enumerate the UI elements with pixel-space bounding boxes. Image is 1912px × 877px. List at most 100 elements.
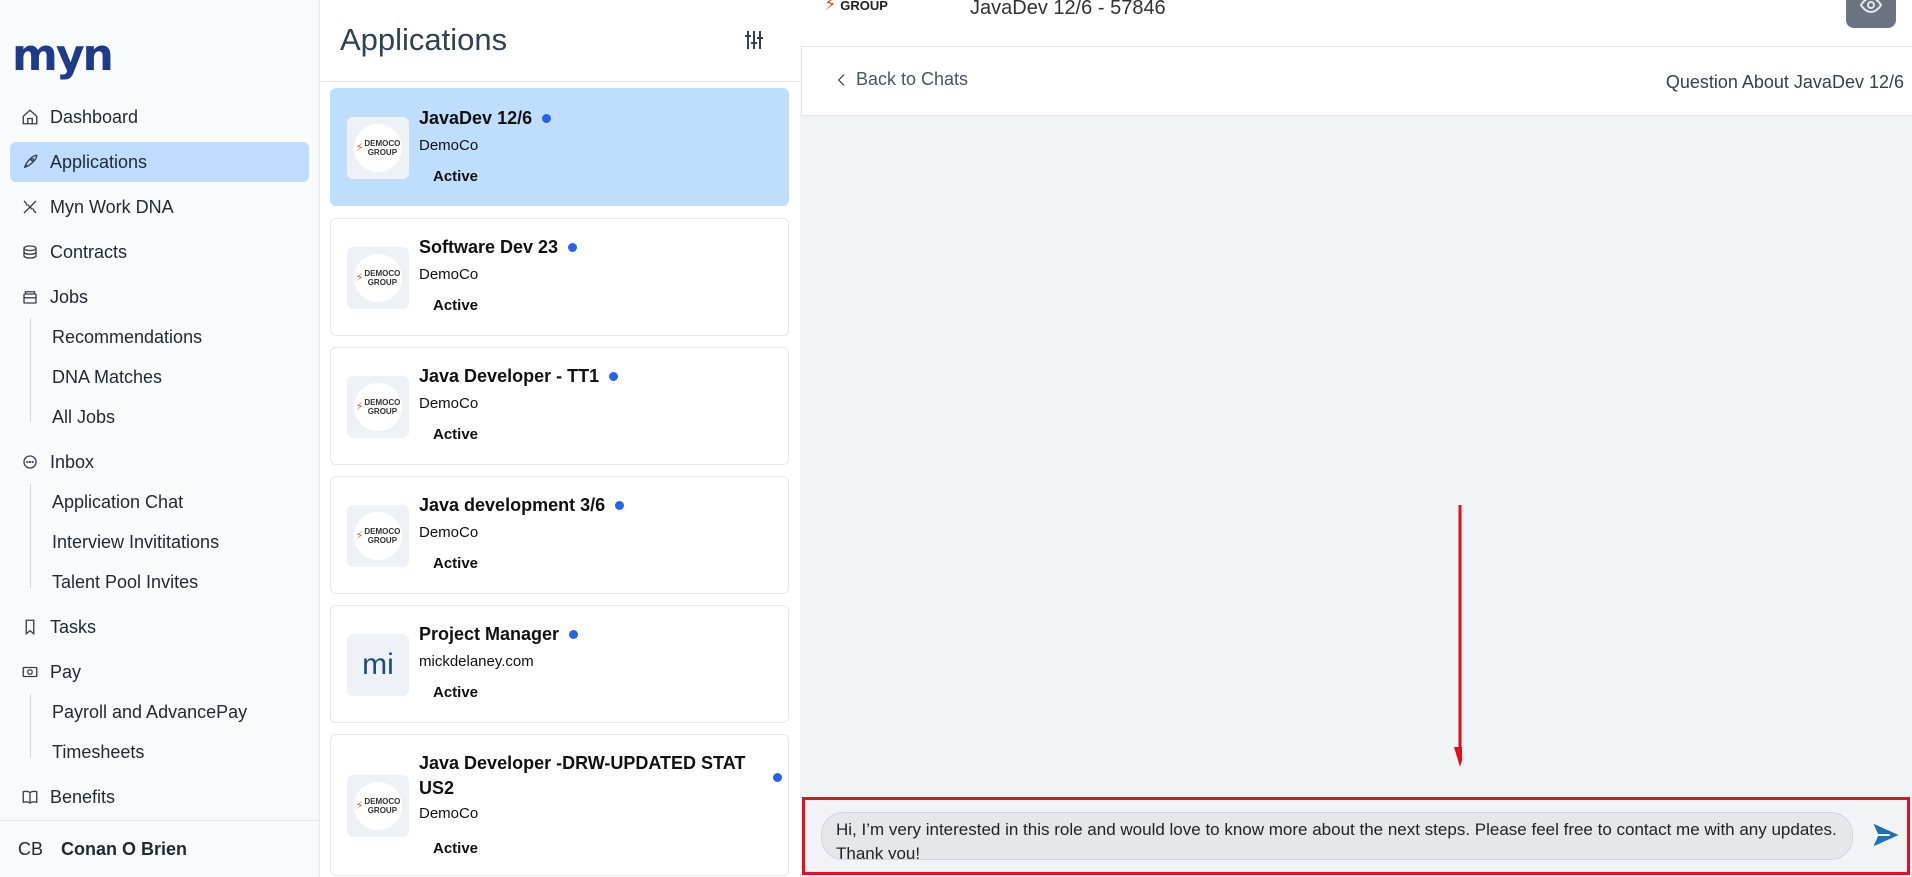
status-badge: Active <box>419 421 493 447</box>
nav-inbox[interactable]: Inbox <box>10 442 309 482</box>
chat-top-bar: ⚡ GROUP JavaDev 12/6 - 57846 <box>800 0 1912 46</box>
status-badge: Active <box>419 835 493 861</box>
application-title: JavaDev 12/6 <box>419 108 552 129</box>
unread-dot <box>615 501 625 510</box>
user-initials: CB <box>18 838 44 859</box>
unread-dot <box>568 243 578 252</box>
annotation-arrow-icon <box>1454 505 1462 767</box>
company-logo: ⚡ DEMOCO GROUP <box>347 376 409 438</box>
company-logo: ⚡ DEMOCO GROUP <box>347 247 409 309</box>
unread-dot <box>609 372 619 381</box>
nav-benefits[interactable]: Benefits <box>10 777 309 817</box>
back-label: Back to Chats <box>856 69 969 89</box>
nav-label: Dashboard <box>50 106 139 127</box>
nav-applications[interactable]: Applications <box>10 142 309 182</box>
application-card[interactable]: mi Project Manager mickdelaney.com Activ… <box>330 605 789 723</box>
message-input[interactable] <box>821 812 1853 860</box>
dna-icon <box>20 197 40 217</box>
nav-label: Pay <box>50 661 82 682</box>
nav-dashboard[interactable]: Dashboard <box>10 97 309 137</box>
application-card[interactable]: ⚡ DEMOCO GROUP JavaDev 12/6 DemoCo Active <box>330 88 789 206</box>
pay-sub-divider <box>30 694 31 758</box>
nav-tasks[interactable]: Tasks <box>10 607 309 647</box>
nav-recommendations[interactable]: Recommendations <box>52 320 202 354</box>
send-button[interactable] <box>1871 820 1901 850</box>
nav-label: Applications <box>50 151 148 172</box>
contracts-icon <box>20 242 40 262</box>
status-badge: Active <box>419 292 493 318</box>
money-icon <box>20 662 40 682</box>
jobs-icon <box>20 287 40 307</box>
company-name: mickdelaney.com <box>419 653 534 670</box>
filter-button[interactable] <box>742 28 770 56</box>
application-title: Software Dev 23 <box>419 237 578 258</box>
nav-dna-matches[interactable]: DNA Matches <box>52 360 162 394</box>
nav-label: Benefits <box>50 786 116 807</box>
application-title: Project Manager <box>419 624 579 645</box>
chat-subject: Question About JavaDev 12/6 <box>1665 72 1904 92</box>
applications-header: Applications <box>320 0 800 82</box>
application-card[interactable]: ⚡ DEMOCO GROUP Java Developer - TT1 DemoCo… <box>330 347 789 465</box>
back-to-chats-button[interactable]: Back to Chats <box>834 69 968 90</box>
applications-panel: Applications ⚡ DEMOCO GROUP JavaDev 12/6 D… <box>320 0 800 877</box>
status-badge: Active <box>419 163 493 189</box>
eye-icon <box>1859 0 1883 14</box>
nav-label: Tasks <box>50 616 97 637</box>
chat-area: ⚡ GROUP JavaDev 12/6 - 57846 Back to Cha… <box>800 0 1912 877</box>
company-name: DemoCo <box>419 524 479 541</box>
sliders-icon <box>745 31 763 49</box>
nav-application-chat[interactable]: Application Chat <box>52 485 183 519</box>
nav-jobs[interactable]: Jobs <box>10 277 309 317</box>
status-badge: Active <box>419 550 493 576</box>
unread-dot <box>542 114 552 123</box>
bookmark-icon <box>20 617 40 637</box>
nav-interview-invitations[interactable]: Interview Invititations <box>52 525 219 559</box>
nav-contracts[interactable]: Contracts <box>10 232 309 272</box>
chat-bubble-icon <box>20 452 40 472</box>
user-name: Conan O Brien <box>61 838 188 859</box>
nav-timesheets[interactable]: Timesheets <box>52 735 144 769</box>
unread-dot <box>773 773 782 782</box>
send-icon <box>1873 823 1899 847</box>
myn-logo[interactable]: myn <box>12 30 114 81</box>
application-card[interactable]: ⚡ DEMOCO GROUP Java Developer -DRW-UPDATED… <box>330 734 789 876</box>
book-icon <box>20 787 40 807</box>
company-name: DemoCo <box>419 266 479 283</box>
view-button[interactable] <box>1846 0 1896 28</box>
application-title: Java development 3/6 <box>419 495 625 516</box>
company-logo: mi <box>347 634 409 696</box>
nav-label: Jobs <box>50 286 89 307</box>
application-title: Java Developer - TT1 <box>419 366 619 387</box>
company-name: DemoCo <box>419 137 479 154</box>
nav-label: Myn Work DNA <box>50 196 174 217</box>
company-logo: ⚡ DEMOCO GROUP <box>347 775 409 837</box>
message-compose-area <box>802 797 1910 875</box>
nav-all-jobs[interactable]: All Jobs <box>52 400 115 434</box>
company-logo: ⚡ DEMOCO GROUP <box>347 117 409 179</box>
status-badge: Active <box>419 679 493 705</box>
applications-title: Applications <box>340 22 508 57</box>
rocket-icon <box>20 152 40 172</box>
user-profile[interactable]: CB Conan O Brien <box>0 820 320 877</box>
sidebar: myn Dashboard Applications Myn Work DNA … <box>0 0 320 877</box>
chevron-left-icon <box>837 73 845 86</box>
company-name: DemoCo <box>419 805 479 822</box>
application-title: Java Developer -DRW-UPDATED STAT US2 <box>419 753 746 798</box>
company-logo: ⚡ DEMOCO GROUP <box>347 505 409 567</box>
nav-label: Inbox <box>50 451 95 472</box>
unread-dot <box>569 630 579 639</box>
nav-talent-pool-invites[interactable]: Talent Pool Invites <box>52 565 198 599</box>
chat-header: Back to Chats Question About JavaDev 12/… <box>801 46 1912 116</box>
application-card[interactable]: ⚡ DEMOCO GROUP Java development 3/6 DemoCo… <box>330 476 789 594</box>
home-icon <box>20 107 40 127</box>
nav-label: Contracts <box>50 241 128 262</box>
company-name: DemoCo <box>419 395 479 412</box>
application-card[interactable]: ⚡ DEMOCO GROUP Software Dev 23 DemoCo Acti… <box>330 218 789 336</box>
nav-pay[interactable]: Pay <box>10 652 309 692</box>
nav-myn-work-dna[interactable]: Myn Work DNA <box>10 187 309 227</box>
jobs-sub-divider <box>30 318 31 422</box>
inbox-sub-divider <box>30 484 31 588</box>
job-reference: JavaDev 12/6 - 57846 <box>970 0 1166 19</box>
company-logo-small: ⚡ GROUP <box>824 0 888 14</box>
nav-payroll-advancepay[interactable]: Payroll and AdvancePay <box>52 695 247 729</box>
